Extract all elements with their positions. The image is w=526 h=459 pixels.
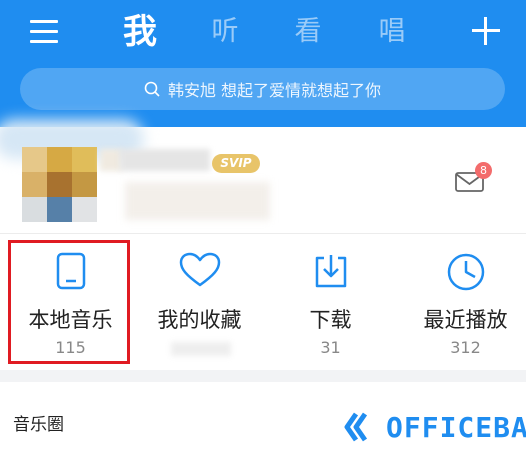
tab-sing[interactable]: 唱 [362, 10, 422, 54]
download-label: 下载 [309, 308, 352, 332]
mail-badge: 8 [475, 162, 492, 179]
search-icon [144, 81, 160, 97]
favorites-button[interactable]: 我的收藏 [134, 234, 265, 370]
watermark-logo-icon [344, 412, 368, 442]
highlight-box [8, 240, 130, 364]
download-icon [315, 255, 346, 288]
heart-icon [179, 252, 220, 287]
username-blurred[interactable] [120, 149, 210, 171]
add-icon[interactable] [472, 17, 500, 45]
clock-icon [447, 253, 484, 291]
favorites-count-blurred [171, 342, 231, 356]
download-button[interactable]: 下载 31 [265, 234, 396, 370]
tab-watch[interactable]: 看 [278, 10, 338, 54]
music-circle-title[interactable]: 音乐圈 [13, 410, 64, 435]
favorites-label: 我的收藏 [157, 308, 242, 332]
search-bar[interactable]: 韩安旭 想起了爱情就想起了你 [20, 68, 505, 110]
section-gap [0, 370, 526, 382]
download-count: 31 [320, 338, 341, 357]
tab-me[interactable]: 我 [110, 10, 170, 54]
tab-listen[interactable]: 听 [195, 10, 255, 54]
profile-subtitle-blurred [125, 182, 270, 220]
watermark: OFFICEBA [342, 405, 526, 449]
avatar[interactable] [22, 147, 97, 222]
search-placeholder: 韩安旭 想起了爱情就想起了你 [167, 81, 382, 100]
menu-icon[interactable] [30, 20, 58, 44]
recent-play-button[interactable]: 最近播放 312 [400, 234, 526, 370]
svip-badge[interactable]: SVIP [212, 154, 260, 173]
recent-play-label: 最近播放 [423, 308, 508, 332]
top-bar: 我 听 看 唱 韩安旭 想起了爱情就想起了你 [0, 0, 526, 127]
recent-play-count: 312 [450, 338, 481, 357]
watermark-text: OFFICEBA [386, 410, 526, 444]
username-blurred [100, 149, 122, 171]
profile-card: SVIP 8 [0, 119, 526, 233]
